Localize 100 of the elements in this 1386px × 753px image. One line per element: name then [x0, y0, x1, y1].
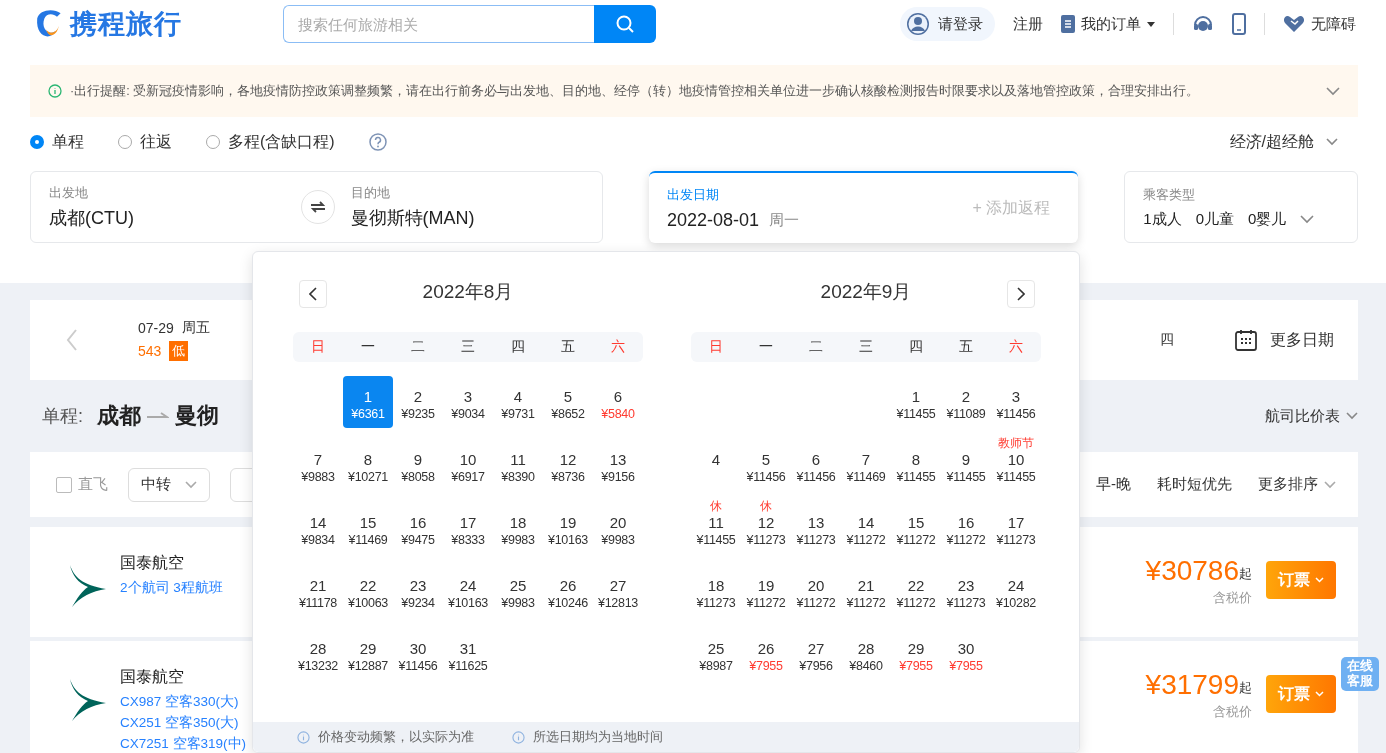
passenger-field[interactable]: 乘客类型 1成人 0儿童 0婴儿	[1124, 171, 1358, 243]
more-sort-dropdown[interactable]: 更多排序	[1258, 475, 1336, 494]
calendar-day[interactable]: 20 ¥11272	[791, 565, 841, 617]
calendar-day[interactable]: 8 ¥10271	[343, 439, 393, 491]
register-link[interactable]: 注册	[1013, 14, 1043, 34]
calendar-day[interactable]: 5 ¥8652	[543, 376, 593, 428]
departure-date-field[interactable]: 出发日期 2022-08-01 周一 + 添加返程	[649, 171, 1079, 243]
calendar-day[interactable]: 25 ¥9983	[493, 565, 543, 617]
calendar-day[interactable]: 4	[691, 439, 741, 491]
calendar-day[interactable]: 8 ¥11455	[891, 439, 941, 491]
more-dates-button[interactable]: 更多日期	[1234, 328, 1334, 352]
day-number: 16	[957, 514, 975, 532]
calendar-day[interactable]: 20 ¥9983	[593, 502, 643, 554]
calendar-day[interactable]: 29 ¥12887	[343, 628, 393, 680]
calendar-day[interactable]: 18 ¥9983	[493, 502, 543, 554]
calendar-day[interactable]: 23 ¥9234	[393, 565, 443, 617]
calendar-day[interactable]: 12 ¥8736	[543, 439, 593, 491]
calendar-day[interactable]: 2 ¥11089	[941, 376, 991, 428]
calendar-day[interactable]: 26 ¥10246	[543, 565, 593, 617]
low-price-tag: 低	[169, 341, 189, 361]
calendar-day[interactable]: 25 ¥8987	[691, 628, 741, 680]
day-number: 26	[559, 577, 577, 595]
search-button[interactable]	[594, 5, 656, 43]
trip-type-radio[interactable]: 多程(含缺口程)	[206, 131, 335, 153]
login-button[interactable]: 请登录	[900, 7, 995, 41]
search-field[interactable]: 搜索任何旅游相关	[283, 5, 594, 43]
calendar-day[interactable]: 31 ¥11625	[443, 628, 493, 680]
day-number: 1	[911, 388, 921, 406]
calendar-day[interactable]: 30 ¥11456	[393, 628, 443, 680]
strip-date: 07-29	[138, 320, 174, 336]
calendar-day[interactable]: 29 ¥7955	[891, 628, 941, 680]
calendar-day[interactable]: 14 ¥9834	[293, 502, 343, 554]
previous-month-button[interactable]	[299, 280, 327, 308]
day-price: ¥11272	[846, 595, 886, 611]
swap-button[interactable]	[300, 190, 335, 224]
calendar-day[interactable]: 5 ¥11456	[741, 439, 791, 491]
calendar-day[interactable]: 6 ¥11456	[791, 439, 841, 491]
day-price: ¥11272	[896, 595, 936, 611]
destination-field[interactable]: 目的地 曼彻斯特(MAN)	[334, 172, 603, 242]
calendar-day[interactable]: 7 ¥11469	[841, 439, 891, 491]
calendar-day[interactable]: 3 ¥11456	[991, 376, 1041, 428]
accessibility-link[interactable]: 无障碍	[1283, 14, 1356, 34]
calendar-day[interactable]: 22 ¥10063	[343, 565, 393, 617]
calendar-day[interactable]: 26 ¥7955	[741, 628, 791, 680]
help-icon[interactable]	[368, 133, 387, 151]
transfer-dropdown[interactable]: 中转	[128, 467, 210, 502]
calendar-day[interactable]: 13 ¥9156	[593, 439, 643, 491]
calendar-day[interactable]: 18 ¥11273	[691, 565, 741, 617]
calendar-day[interactable]: 14 ¥11272	[841, 502, 891, 554]
calendar-day[interactable]: 19 ¥10163	[543, 502, 593, 554]
calendar-day[interactable]: 21 ¥11178	[293, 565, 343, 617]
calendar-day[interactable]: 27 ¥7956	[791, 628, 841, 680]
calendar-day[interactable]: 1 ¥11455	[891, 376, 941, 428]
calendar-day[interactable]: 13 ¥11273	[791, 502, 841, 554]
calendar-day[interactable]: 9 ¥11455	[941, 439, 991, 491]
airline-compare-button[interactable]: 航司比价表	[1265, 406, 1358, 426]
calendar-day[interactable]: 7 ¥9883	[293, 439, 343, 491]
calendar-day[interactable]: 4 ¥9731	[493, 376, 543, 428]
sort-option[interactable]: 耗时短优先	[1157, 475, 1232, 494]
calendar-day[interactable]: 19 ¥11272	[741, 565, 791, 617]
flight-detail-link[interactable]: CX987 空客330(大)	[120, 693, 247, 711]
day-price: ¥10163	[448, 595, 488, 611]
calendar-day[interactable]: 10 ¥6917	[443, 439, 493, 491]
day-price: ¥9983	[501, 532, 535, 548]
calendar-day[interactable]: 6 ¥5840	[593, 376, 643, 428]
orders-menu[interactable]: 我的订单	[1061, 14, 1155, 34]
calendar-day[interactable]: 16 ¥9475	[393, 502, 443, 554]
calendar-day[interactable]: 2 ¥9235	[393, 376, 443, 428]
calendar-day[interactable]: 1 ¥6361	[343, 376, 393, 428]
sort-option[interactable]: 早-晚	[1096, 475, 1131, 494]
cabin-select[interactable]: 经济/超经舱	[1229, 131, 1338, 153]
calendar-day[interactable]: 21 ¥11272	[841, 565, 891, 617]
day-number: 1	[363, 388, 373, 406]
calendar-day[interactable]: 30 ¥7955	[941, 628, 991, 680]
calendar-day[interactable]: 17 ¥11273	[991, 502, 1041, 554]
trip-type-radio[interactable]: 往返	[118, 131, 172, 153]
calendar-day[interactable]: 11 ¥8390	[493, 439, 543, 491]
origin-field[interactable]: 出发地 成都(CTU)	[31, 172, 301, 242]
calendar-day[interactable]: 24 ¥10163	[443, 565, 493, 617]
calendar-day[interactable]: 27 ¥12813	[593, 565, 643, 617]
chevron-down-icon[interactable]	[1326, 86, 1340, 96]
calendar-day[interactable]: 15 ¥11272	[891, 502, 941, 554]
calendar-day[interactable]: 24 ¥10282	[991, 565, 1041, 617]
calendar-day[interactable]: 22 ¥11272	[891, 565, 941, 617]
calendar-day[interactable]: 28 ¥8460	[841, 628, 891, 680]
calendar-day[interactable]: 28 ¥13232	[293, 628, 343, 680]
calendar-day[interactable]: 17 ¥8333	[443, 502, 493, 554]
day-price: ¥9234	[401, 595, 435, 611]
calendar-day[interactable]: 15 ¥11469	[343, 502, 393, 554]
day-price: ¥11469	[348, 532, 388, 548]
flight-detail-link[interactable]: CX251 空客350(大)	[120, 714, 247, 732]
calendar-day[interactable]: 3 ¥9034	[443, 376, 493, 428]
calendar-day[interactable]: 16 ¥11272	[941, 502, 991, 554]
flight-detail-link[interactable]: 2个航司 3程航班	[120, 579, 223, 597]
mobile-phone-icon[interactable]	[1232, 13, 1246, 35]
next-month-button[interactable]	[1007, 280, 1035, 308]
trip-type-radio[interactable]: 单程	[30, 131, 84, 153]
calendar-day[interactable]: 23 ¥11273	[941, 565, 991, 617]
calendar-day[interactable]: 9 ¥8058	[393, 439, 443, 491]
flight-detail-link[interactable]: CX7251 空客319(中)	[120, 735, 247, 753]
